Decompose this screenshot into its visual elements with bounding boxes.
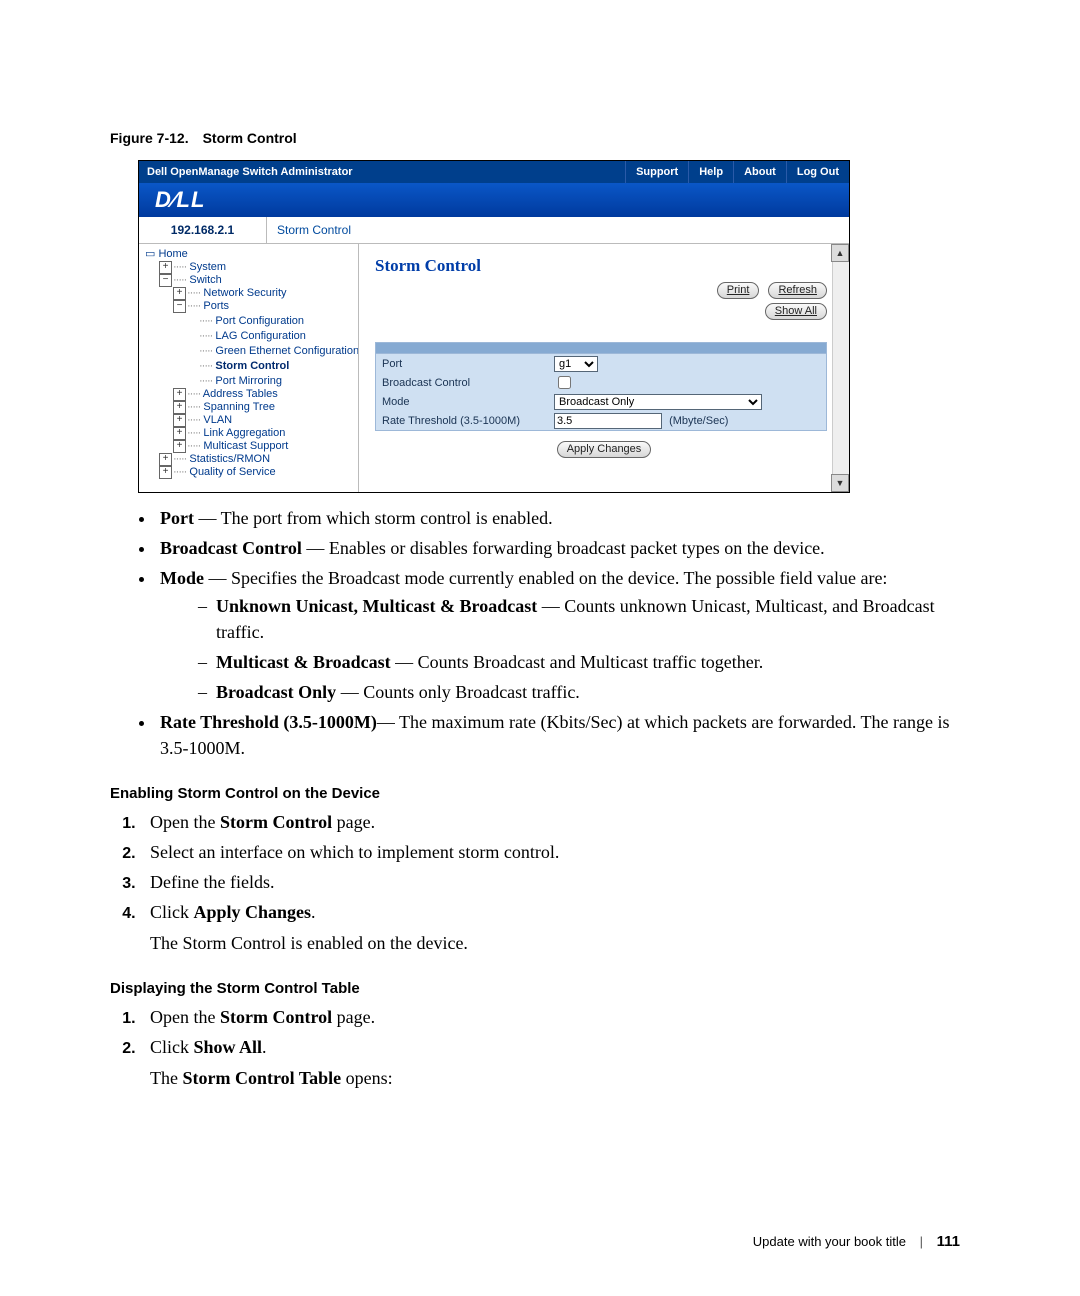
expand-icon[interactable]: + bbox=[173, 287, 186, 300]
nav-item[interactable]: +····· Multicast Support bbox=[145, 440, 358, 453]
logout-link[interactable]: Log Out bbox=[786, 161, 849, 183]
expand-icon[interactable]: + bbox=[159, 261, 172, 274]
expand-icon[interactable]: + bbox=[159, 466, 172, 479]
step: Open the Storm Control page. bbox=[140, 1003, 975, 1031]
nav-item[interactable]: ····· Port Configuration bbox=[145, 313, 358, 328]
nav-item[interactable]: +····· Address Tables bbox=[145, 388, 358, 401]
titlebar: Dell OpenManage Switch Administrator Sup… bbox=[139, 161, 849, 183]
apply-changes-button[interactable]: Apply Changes bbox=[557, 441, 652, 458]
sub-bullet: Unknown Unicast, Multicast & Broadcast —… bbox=[198, 593, 975, 645]
bullet-broadcast-control: Broadcast Control — Enables or disables … bbox=[156, 535, 975, 561]
bullet-rate-threshold: Rate Threshold (3.5-1000M)— The maximum … bbox=[156, 709, 975, 761]
section-displaying-steps: Open the Storm Control page.Click Show A… bbox=[110, 1003, 975, 1061]
rate-threshold-input[interactable] bbox=[554, 413, 662, 429]
content-title: Storm Control bbox=[375, 256, 827, 276]
nav-item[interactable]: +····· VLAN bbox=[145, 414, 358, 427]
about-link[interactable]: About bbox=[733, 161, 786, 183]
figure-label: Figure 7-12. bbox=[110, 130, 189, 146]
nav-item[interactable]: −····· Ports bbox=[145, 300, 358, 313]
nav-item[interactable]: ····· Port Mirroring bbox=[145, 373, 358, 388]
form-panel: Port g1 Broadcast Control Mode Broadcast… bbox=[375, 342, 827, 431]
rate-unit: (Mbyte/Sec) bbox=[669, 415, 728, 427]
broadcast-control-checkbox[interactable] bbox=[558, 376, 571, 389]
page-footer: Update with your book title | 111 bbox=[753, 1233, 960, 1250]
expand-icon[interactable]: + bbox=[159, 453, 172, 466]
nav-tree: ▭ Home+····· System−····· Switch+····· N… bbox=[139, 244, 359, 492]
nav-item[interactable]: +····· Network Security bbox=[145, 287, 358, 300]
section-enabling-title: Enabling Storm Control on the Device bbox=[110, 785, 975, 802]
sub-bullet: Broadcast Only — Counts only Broadcast t… bbox=[198, 679, 975, 705]
screenshot-frame: Dell OpenManage Switch Administrator Sup… bbox=[138, 160, 850, 493]
bullet-port: Port — The port from which storm control… bbox=[156, 505, 975, 531]
nav-item[interactable]: +····· Statistics/RMON bbox=[145, 453, 358, 466]
section-enabling-steps: Open the Storm Control page.Select an in… bbox=[110, 808, 975, 926]
show-all-button[interactable]: Show All bbox=[765, 303, 827, 320]
step: Select an interface on which to implemen… bbox=[140, 838, 975, 866]
nav-item[interactable]: +····· Quality of Service bbox=[145, 466, 358, 479]
rate-threshold-label: Rate Threshold (3.5-1000M) bbox=[382, 415, 554, 427]
breadcrumb-text: Storm Control bbox=[267, 217, 849, 243]
nav-item[interactable]: −····· Switch bbox=[145, 274, 358, 287]
port-label: Port bbox=[382, 358, 554, 370]
figure-caption: Figure 7-12. Storm Control bbox=[110, 130, 975, 146]
nav-item[interactable]: ····· Green Ethernet Configuration bbox=[145, 343, 358, 358]
step: Define the fields. bbox=[140, 868, 975, 896]
app-title: Dell OpenManage Switch Administrator bbox=[139, 166, 625, 178]
support-link[interactable]: Support bbox=[625, 161, 688, 183]
step: Click Show All. bbox=[140, 1033, 975, 1061]
mode-label: Mode bbox=[382, 396, 554, 408]
nav-item[interactable]: +····· System bbox=[145, 261, 358, 274]
expand-icon[interactable]: + bbox=[173, 440, 186, 453]
section-enabling-result: The Storm Control is enabled on the devi… bbox=[150, 930, 975, 956]
step: Open the Storm Control page. bbox=[140, 808, 975, 836]
print-button[interactable]: Print bbox=[717, 282, 760, 299]
nav-item[interactable]: +····· Link Aggregation bbox=[145, 427, 358, 440]
mode-select[interactable]: Broadcast Only bbox=[554, 394, 762, 410]
broadcast-control-label: Broadcast Control bbox=[382, 377, 554, 389]
expand-icon[interactable]: + bbox=[173, 388, 186, 401]
dell-logo: D∕LL bbox=[155, 187, 205, 213]
content-pane: ▲ ▼ Storm Control Print Refresh Show All… bbox=[359, 244, 849, 492]
expand-icon[interactable]: + bbox=[173, 401, 186, 414]
sub-bullet: Multicast & Broadcast — Counts Broadcast… bbox=[198, 649, 975, 675]
nav-item[interactable]: +····· Spanning Tree bbox=[145, 401, 358, 414]
scroll-up-icon[interactable]: ▲ bbox=[831, 244, 849, 262]
expand-icon[interactable]: + bbox=[173, 427, 186, 440]
field-descriptions: Port — The port from which storm control… bbox=[110, 505, 975, 761]
section-displaying-result: The Storm Control Table opens: bbox=[150, 1065, 975, 1091]
step: Click Apply Changes. bbox=[140, 898, 975, 926]
nav-item[interactable]: ····· Storm Control bbox=[145, 358, 358, 373]
refresh-button[interactable]: Refresh bbox=[768, 282, 827, 299]
collapse-icon[interactable]: − bbox=[159, 274, 172, 287]
breadcrumb-row: 192.168.2.1 Storm Control bbox=[139, 217, 849, 244]
collapse-icon[interactable]: − bbox=[173, 300, 186, 313]
scrollbar[interactable] bbox=[832, 261, 849, 475]
port-select[interactable]: g1 bbox=[554, 356, 598, 372]
scroll-down-icon[interactable]: ▼ bbox=[831, 474, 849, 492]
expand-icon[interactable]: + bbox=[173, 414, 186, 427]
footer-title: Update with your book title bbox=[753, 1234, 906, 1249]
nav-item[interactable]: ····· LAG Configuration bbox=[145, 328, 358, 343]
logo-band: D∕LL bbox=[139, 183, 849, 217]
figure-title: Storm Control bbox=[203, 130, 297, 146]
help-link[interactable]: Help bbox=[688, 161, 733, 183]
page-number: 111 bbox=[937, 1233, 960, 1250]
bullet-mode: Mode — Specifies the Broadcast mode curr… bbox=[156, 565, 975, 705]
section-displaying-title: Displaying the Storm Control Table bbox=[110, 980, 975, 997]
nav-item[interactable]: ▭ Home bbox=[145, 248, 358, 261]
home-icon: ▭ bbox=[145, 248, 155, 260]
device-ip: 192.168.2.1 bbox=[139, 217, 267, 243]
